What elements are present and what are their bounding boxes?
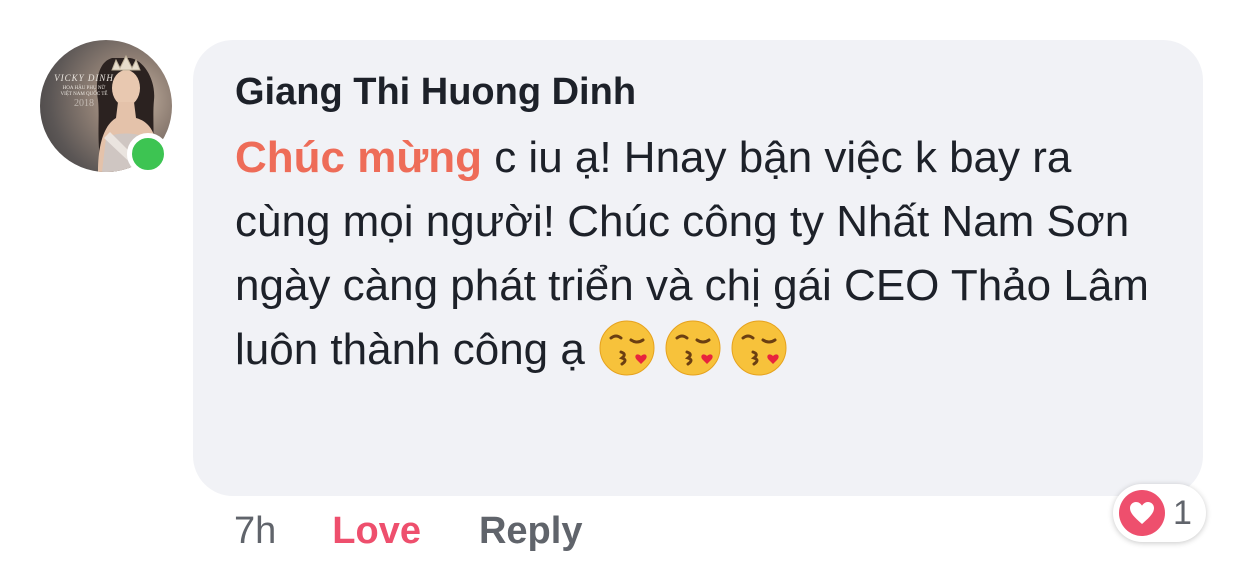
avatar-caption-name: VICKY DINH xyxy=(54,73,114,83)
reaction-summary[interactable]: 1 xyxy=(1113,484,1206,542)
face-blowing-a-kiss-icon xyxy=(599,320,655,376)
comment-highlight[interactable]: Chúc mừng xyxy=(235,133,482,182)
comment-timestamp[interactable]: 7h xyxy=(234,510,276,553)
avatar-caption-subtitle: VIỆT NAM QUỐC TẾ xyxy=(60,91,108,97)
heart-icon xyxy=(1119,490,1165,536)
love-button[interactable]: Love xyxy=(332,510,421,553)
online-status-indicator xyxy=(127,133,169,175)
face-blowing-a-kiss-icon xyxy=(731,320,787,376)
comment-author[interactable]: Giang Thi Huong Dinh xyxy=(235,68,1163,116)
face-blowing-a-kiss-icon xyxy=(665,320,721,376)
avatar-caption-year: 2018 xyxy=(74,97,94,109)
comment-text: Chúc mừng c iu ạ! Hnay bận việc k bay ra… xyxy=(235,126,1175,382)
avatar-caption: VICKY DINH HOA HẬU PHỤ NỮ VIỆT NAM QUỐC … xyxy=(52,73,116,109)
comment-actions: 7h Love Reply xyxy=(234,508,582,554)
comment-bubble: Giang Thi Huong Dinh Chúc mừng c iu ạ! H… xyxy=(193,40,1203,496)
emoji-group xyxy=(597,320,795,376)
reply-button[interactable]: Reply xyxy=(479,510,582,553)
reaction-count: 1 xyxy=(1173,493,1192,532)
avatar-container[interactable]: VICKY DINH HOA HẬU PHỤ NỮ VIỆT NAM QUỐC … xyxy=(40,40,172,175)
